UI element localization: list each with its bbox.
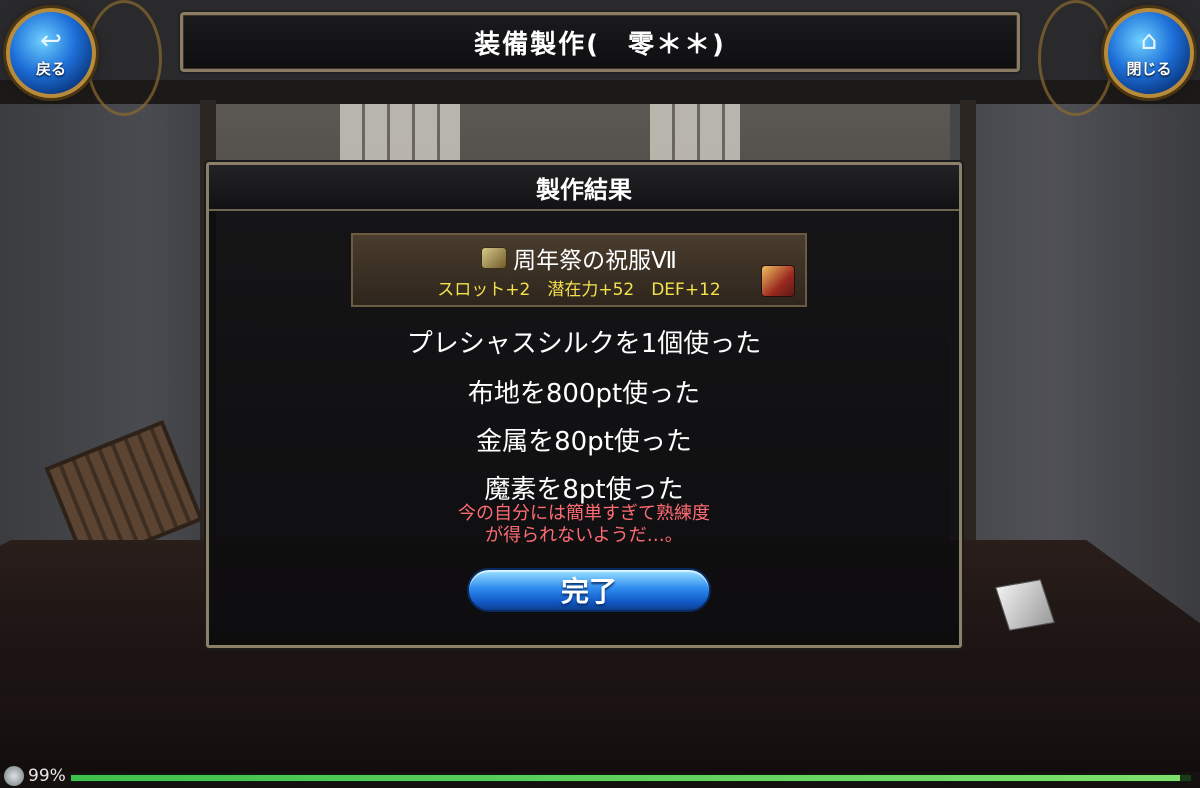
treasure-chest-icon [761,265,795,297]
done-label: 完了 [560,575,617,608]
proficiency-warning: 今の自分には簡単すぎて熟練度 が得られないようだ…。 [209,503,959,547]
usage-line: 布地を800pt使った [467,379,701,409]
panel-header: 製作結果 [209,165,959,211]
ornament-left [86,0,162,116]
close-button[interactable]: ⌂ 閉じる [1104,8,1194,98]
item-name-row: 周年祭の祝服Ⅶ [353,241,805,275]
home-icon: ⌂ [1140,25,1158,56]
cloth-item-icon [481,247,508,269]
back-label: 戻る [35,59,66,78]
ornament-right [1038,0,1114,116]
done-button[interactable]: 完了 [467,568,711,612]
usage-line: プレシャスシルクを1個使った [406,329,762,359]
status-progress-track [70,774,1192,782]
back-button[interactable]: ↩ 戻る [6,8,96,98]
panel-title: 製作結果 [536,175,632,204]
title-bar: 装備製作( 零＊＊) [180,12,1020,72]
item-stats: スロット+2 潜在力+52 DEF+12 [437,280,721,300]
status-percent: 99% [28,766,66,786]
page-title: 装備製作( 零＊＊) [474,29,726,60]
warning-line-1: 今の自分には簡単すぎて熟練度 [458,503,710,524]
result-panel: 製作結果 周年祭の祝服Ⅶ スロット+2 潜在力+52 DEF+12 プレシャスシ… [206,162,962,648]
usage-line: 金属を80pt使った [476,427,692,457]
crafted-item-card[interactable]: 周年祭の祝服Ⅶ スロット+2 潜在力+52 DEF+12 [351,233,807,307]
status-progress-fill [71,775,1180,781]
return-arrow-icon: ↩ [40,25,62,56]
warning-line-2: が得られないようだ…。 [485,525,683,546]
usage-line: 魔素を8pt使った [484,475,684,505]
status-bar: 99% [0,764,1200,788]
status-orb-icon [4,766,24,786]
item-name: 周年祭の祝服Ⅶ [513,248,677,274]
floor [0,700,1200,772]
close-label: 閉じる [1126,59,1172,78]
wooden-post [960,100,976,560]
ceiling-beam [0,80,1200,104]
